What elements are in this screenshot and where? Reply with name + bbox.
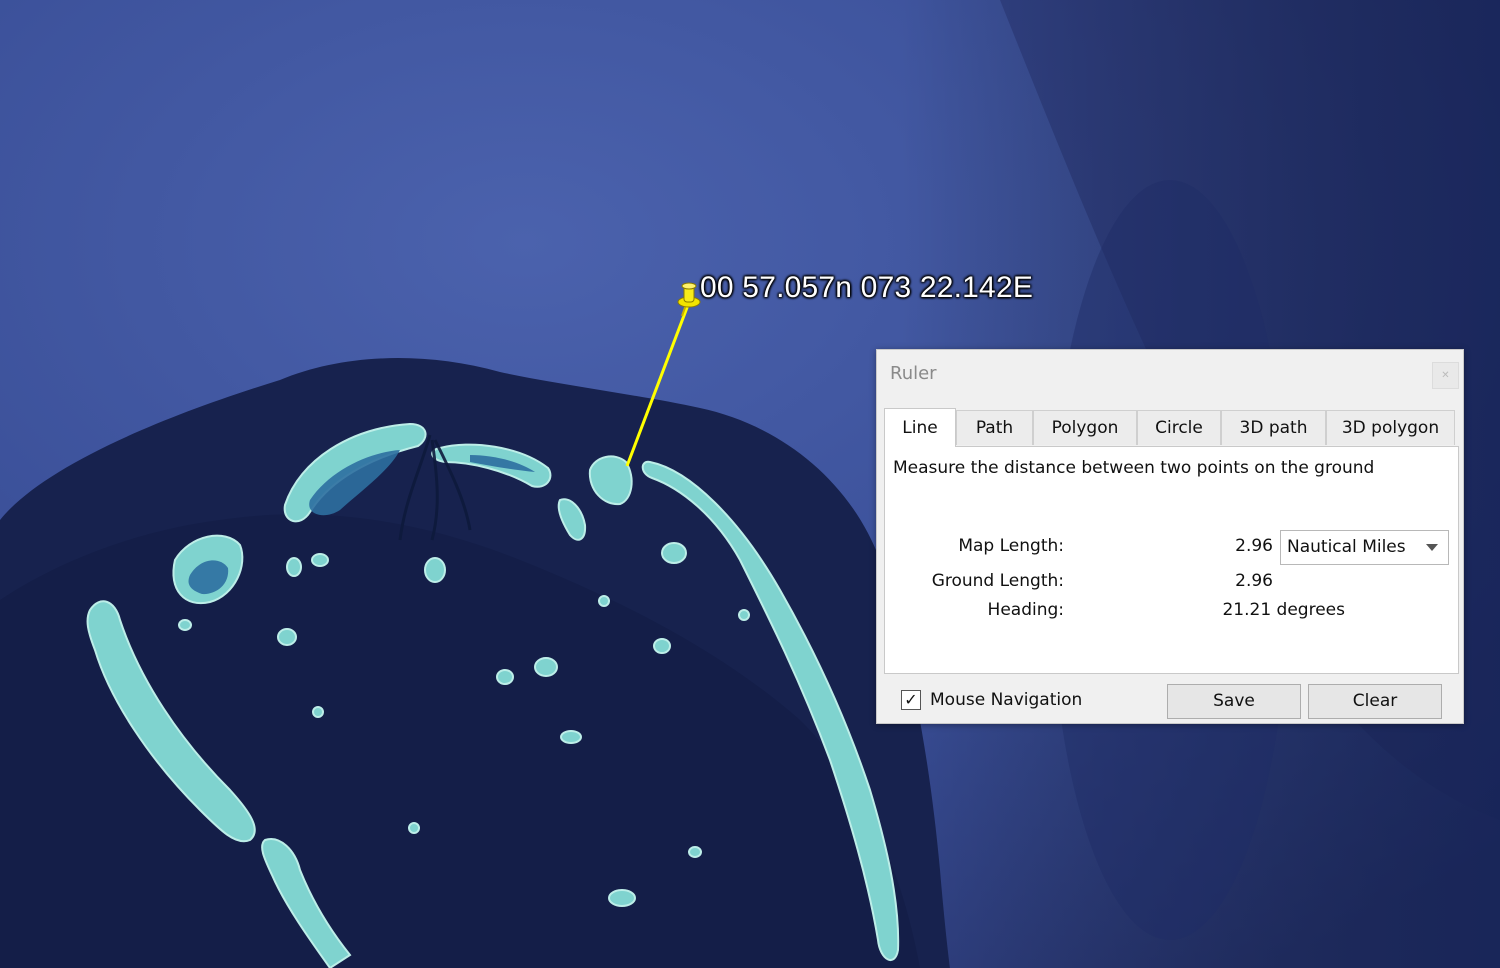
unit-selected-value: Nautical Miles	[1287, 537, 1406, 557]
tab-polygon[interactable]: Polygon	[1033, 410, 1137, 445]
ground-length-label: Ground Length:	[931, 571, 1064, 591]
ruler-dialog: Ruler ✕ Line Path Polygon Circle 3D path…	[876, 349, 1464, 724]
tab-3d-path[interactable]: 3D path	[1221, 410, 1326, 445]
map-length-label: Map Length:	[958, 536, 1064, 556]
mouse-navigation-label[interactable]: Mouse Navigation	[930, 690, 1082, 710]
close-icon[interactable]: ✕	[1432, 362, 1459, 389]
placemark-label[interactable]: 00 57.057n 073 22.142E	[700, 271, 1033, 305]
save-button[interactable]: Save	[1167, 684, 1301, 719]
ground-length-value: 2.96	[1235, 571, 1273, 591]
line-tab-panel: Measure the distance between two points …	[884, 446, 1459, 674]
mouse-navigation-checkbox[interactable]: ✓	[901, 690, 921, 710]
tab-line[interactable]: Line	[884, 408, 956, 447]
heading-label: Heading:	[987, 600, 1064, 620]
tab-3d-polygon[interactable]: 3D polygon	[1326, 410, 1455, 445]
tab-path[interactable]: Path	[956, 410, 1033, 445]
unit-select[interactable]: Nautical Miles	[1280, 530, 1449, 565]
map-length-value: 2.96	[1235, 536, 1273, 556]
tab-circle[interactable]: Circle	[1137, 410, 1221, 445]
heading-value: 21.21 degrees	[1222, 600, 1345, 620]
tab-description: Measure the distance between two points …	[893, 458, 1375, 478]
dialog-title: Ruler	[890, 363, 937, 384]
ruler-tabs: Line Path Polygon Circle 3D path 3D poly…	[884, 408, 1455, 447]
clear-button[interactable]: Clear	[1308, 684, 1442, 719]
chevron-down-icon	[1426, 544, 1438, 551]
